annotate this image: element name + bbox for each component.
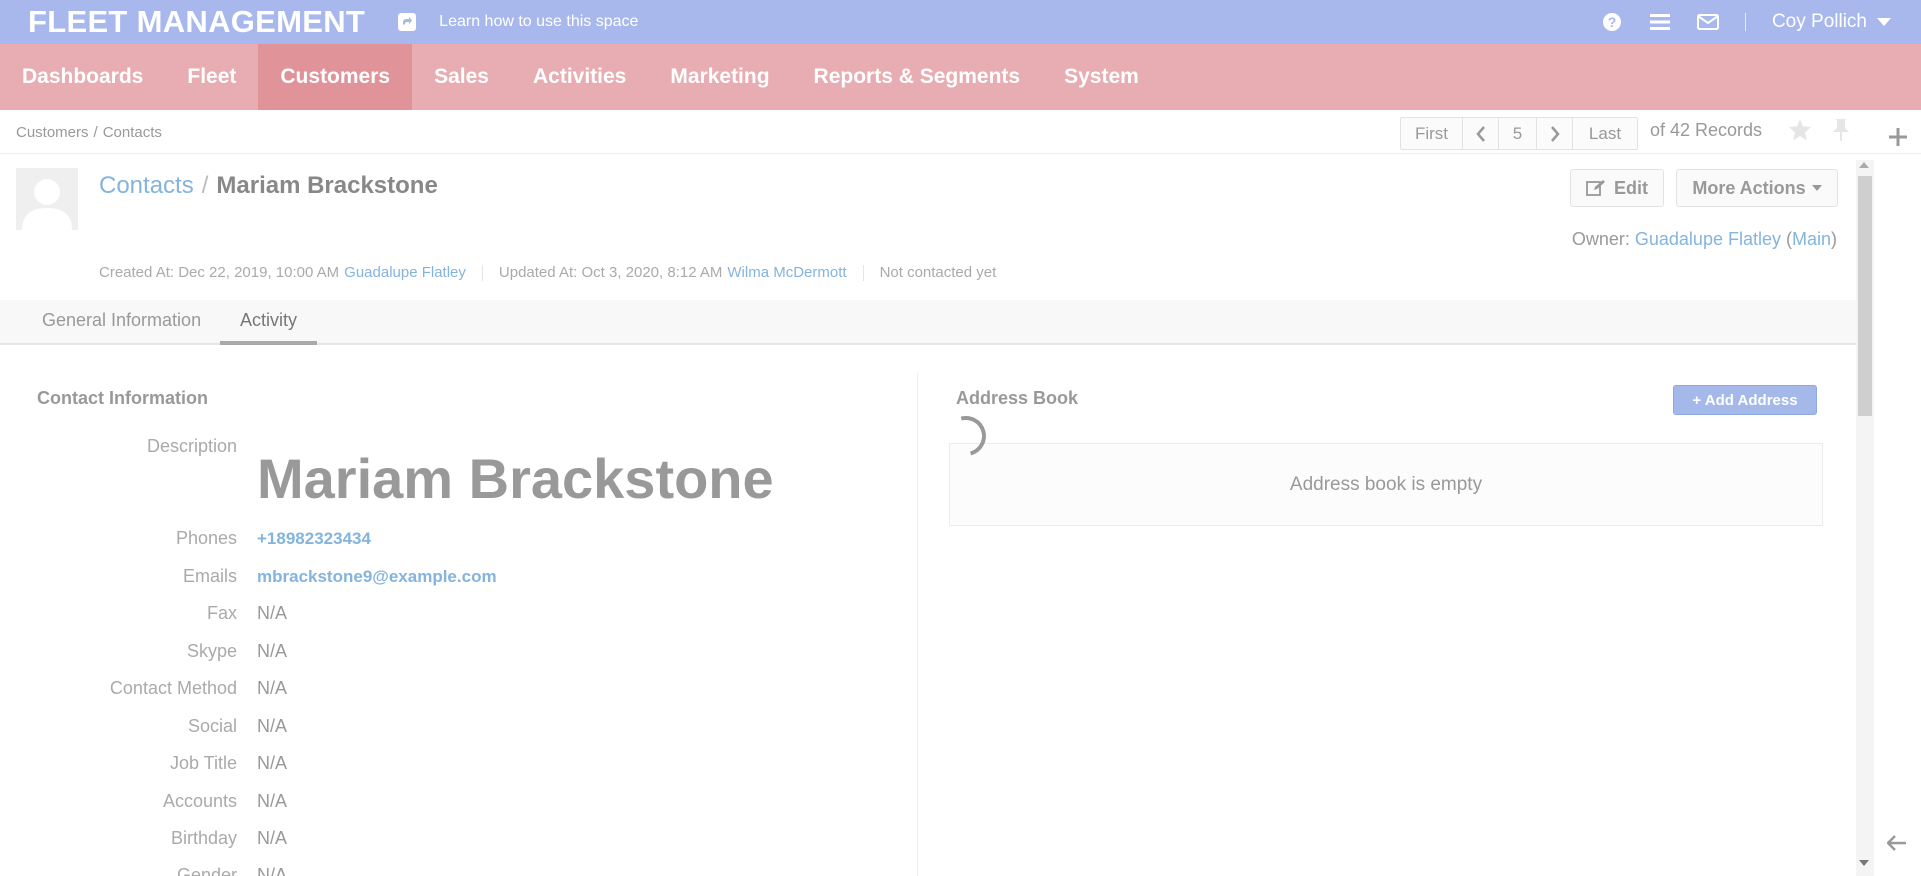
meta-divider: [862, 264, 864, 281]
breadcrumb-separator: /: [93, 124, 98, 141]
field-label-contact-method: Contact Method: [109, 678, 237, 698]
share-icon[interactable]: [397, 12, 417, 32]
contact-name: Mariam Brackstone: [216, 172, 438, 199]
field-label-skype: Skype: [186, 641, 237, 661]
title-contacts-link[interactable]: Contacts: [99, 172, 194, 199]
updated-at: Updated At: Oct 3, 2020, 8:12 AM: [498, 264, 723, 281]
owner-unit-link[interactable]: Main: [1792, 229, 1831, 249]
field-value-job-title: N/A: [257, 753, 288, 773]
main-nav: Dashboards Fleet Customers Sales Activit…: [0, 44, 1921, 110]
field-value-skype: N/A: [257, 641, 288, 661]
field-value-accounts: N/A: [257, 791, 288, 811]
tab-general-information[interactable]: General Information: [42, 310, 201, 331]
field-label-accounts: Accounts: [162, 791, 237, 811]
edit-button-label: Edit: [1614, 177, 1648, 198]
pager-page-number[interactable]: 5: [1499, 118, 1537, 149]
pager-first-button[interactable]: First: [1401, 118, 1463, 149]
tab-activity[interactable]: Activity: [220, 310, 318, 345]
field-label-gender: Gender: [176, 865, 237, 876]
top-bar: FLEET MANAGEMENT Learn how to use this s…: [0, 0, 1921, 44]
record-meta: Created At: Dec 22, 2019, 10:00 AM Guada…: [99, 264, 996, 281]
scroll-up-icon[interactable]: [1859, 162, 1869, 168]
field-label-emails: Emails: [182, 566, 237, 586]
user-menu[interactable]: Coy Pollich: [1772, 11, 1891, 33]
field-value-description: Mariam Brackstone: [257, 447, 774, 510]
star-icon[interactable]: [1788, 118, 1812, 147]
breadcrumb-customers[interactable]: Customers: [16, 124, 89, 141]
pager-next-button[interactable]: [1537, 118, 1573, 149]
contacted-status: Not contacted yet: [879, 264, 997, 281]
field-label-phones: Phones: [175, 528, 237, 548]
nav-item-marketing[interactable]: Marketing: [648, 44, 791, 110]
mail-icon[interactable]: [1696, 11, 1719, 33]
field-label-fax: Fax: [206, 603, 237, 623]
nav-item-sales[interactable]: Sales: [412, 44, 511, 110]
field-value-gender: N/A: [257, 865, 288, 876]
add-address-button[interactable]: + Add Address: [1673, 385, 1817, 415]
page-title: Contacts / Mariam Brackstone: [99, 172, 438, 200]
pager-prev-button[interactable]: [1463, 118, 1499, 149]
created-at: Created At: Dec 22, 2019, 10:00 AM: [99, 264, 340, 281]
field-value-birthday: N/A: [257, 828, 288, 848]
scrollbar-thumb[interactable]: [1858, 176, 1872, 416]
nav-item-system[interactable]: System: [1042, 44, 1161, 110]
field-label-description: Description: [146, 436, 237, 456]
owner-info: Owner: Guadalupe Flatley (Main): [1571, 229, 1837, 249]
breadcrumb-contacts[interactable]: Contacts: [103, 124, 162, 141]
nav-item-dashboards[interactable]: Dashboards: [0, 44, 165, 110]
tab-bar: General Information Activity: [0, 300, 1856, 345]
contact-information-title: Contact Information: [37, 388, 208, 408]
edit-button[interactable]: Edit: [1570, 169, 1664, 207]
field-value-fax: N/A: [257, 603, 288, 623]
more-actions-label: More Actions: [1692, 177, 1806, 198]
nav-item-activities[interactable]: Activities: [511, 44, 648, 110]
nav-item-fleet[interactable]: Fleet: [165, 44, 258, 110]
field-value-social: N/A: [257, 716, 288, 736]
nav-item-reports-segments[interactable]: Reports & Segments: [792, 44, 1043, 110]
email-link[interactable]: mbrackstone9@example.com: [257, 567, 497, 587]
learn-link[interactable]: Learn how to use this space: [439, 13, 638, 31]
plus-icon[interactable]: [1889, 128, 1907, 151]
created-by-link[interactable]: Guadalupe Flatley: [344, 264, 466, 281]
field-label-job-title: Job Title: [169, 753, 237, 773]
scroll-down-icon[interactable]: [1859, 860, 1869, 866]
chevron-left-icon: [1475, 125, 1485, 142]
address-book-empty: Address book is empty: [949, 443, 1823, 526]
breadcrumb-bar: Customers / Contacts First 5 Last: [0, 110, 1921, 154]
chevron-right-icon: [1550, 125, 1560, 142]
app-brand[interactable]: FLEET MANAGEMENT: [28, 4, 365, 40]
records-count: of 42 Records: [1650, 120, 1763, 140]
nav-item-customers[interactable]: Customers: [258, 44, 413, 110]
updated-by-link[interactable]: Wilma McDermott: [727, 264, 846, 281]
meta-divider: [481, 264, 483, 281]
help-icon[interactable]: ?: [1601, 11, 1623, 33]
record-pager: First 5 Last: [1400, 117, 1638, 150]
owner-link[interactable]: Guadalupe Flatley: [1635, 229, 1781, 249]
owner-label: Owner:: [1571, 229, 1630, 249]
menu-icon[interactable]: [1649, 11, 1671, 33]
pager-last-button[interactable]: Last: [1573, 118, 1637, 149]
back-arrow-icon[interactable]: [1886, 835, 1907, 856]
user-name: Coy Pollich: [1771, 11, 1867, 32]
address-book-title: Address Book: [956, 388, 1079, 408]
field-value-contact-method: N/A: [257, 678, 288, 698]
address-book-empty-text: Address book is empty: [1289, 473, 1483, 495]
field-label-birthday: Birthday: [170, 828, 237, 848]
field-label-social: Social: [187, 716, 237, 736]
column-divider: [917, 372, 918, 876]
pin-icon[interactable]: [1830, 118, 1852, 147]
pencil-icon: [1586, 180, 1605, 196]
chevron-down-icon: [1811, 185, 1822, 191]
title-separator: /: [201, 172, 209, 199]
svg-text:?: ?: [1608, 14, 1617, 30]
phone-link[interactable]: +18982323434: [257, 529, 371, 549]
avatar: [16, 168, 78, 230]
more-actions-button[interactable]: More Actions: [1676, 169, 1838, 207]
topbar-divider: [1744, 13, 1746, 31]
chevron-down-icon: [1877, 18, 1891, 26]
breadcrumb: Customers / Contacts: [16, 124, 162, 141]
